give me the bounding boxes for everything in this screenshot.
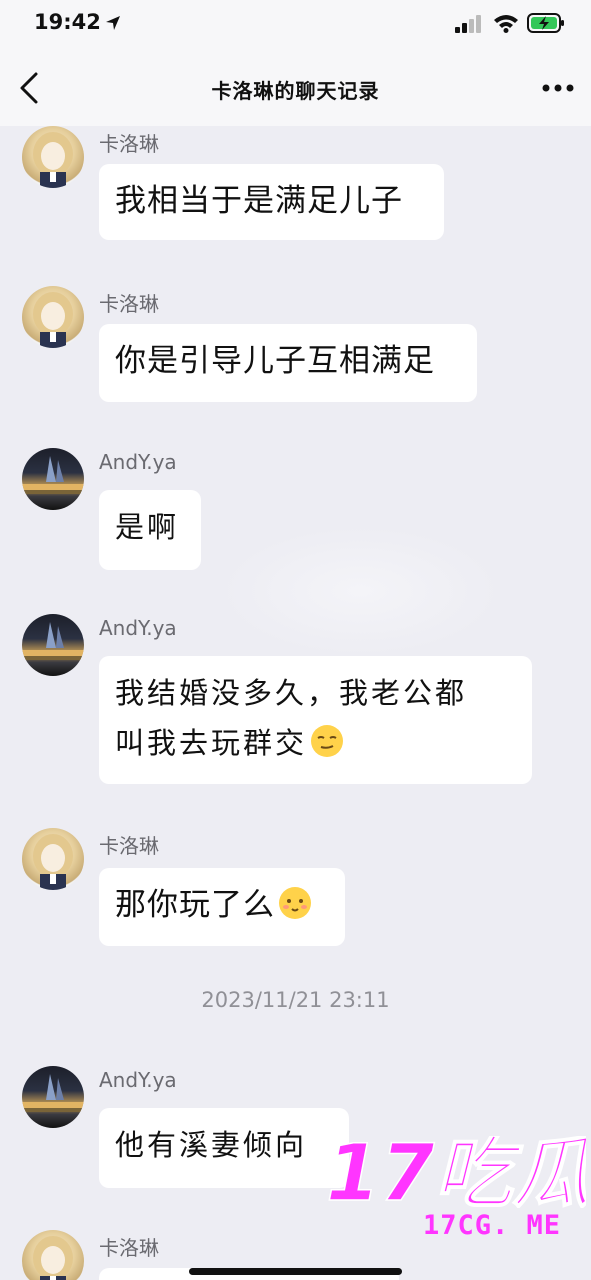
- avatar[interactable]: [22, 126, 84, 188]
- blurred-region: [220, 526, 500, 656]
- message-text: 我相当于是满足儿子: [115, 183, 403, 219]
- chat-message-list[interactable]: 卡洛琳 我相当于是满足儿子 卡洛琳 你是引导儿子互相满足 AndY.ya 是啊: [0, 126, 591, 1280]
- message-timestamp: 2023/11/21 23:11: [201, 988, 390, 1012]
- message-bubble[interactable]: 我结婚没多久，我老公都 叫我去玩群交: [99, 656, 532, 784]
- sender-name: AndY.ya: [99, 1068, 177, 1092]
- page-title: 卡洛琳的聊天记录: [211, 79, 380, 103]
- sender-name: 卡洛琳: [99, 834, 159, 858]
- avatar[interactable]: [22, 614, 84, 676]
- sender-name: 卡洛琳: [99, 292, 159, 316]
- girl-avatar-icon: [33, 834, 73, 890]
- avatar[interactable]: [22, 1066, 84, 1128]
- wifi-icon: [494, 15, 518, 33]
- girl-avatar-icon: [33, 1236, 73, 1280]
- message-bubble[interactable]: 是啊: [99, 490, 201, 570]
- message-bubble[interactable]: 你是引导儿子互相满足: [99, 324, 477, 402]
- cellular-signal-icon: [455, 15, 481, 33]
- message-text-line: 我结婚没多久，我老公都: [115, 676, 468, 710]
- avatar[interactable]: [22, 448, 84, 510]
- city-avatar-icon: [22, 1074, 84, 1112]
- sender-name: AndY.ya: [99, 616, 177, 640]
- watermark-logo: 17吃瓜: [326, 1136, 586, 1208]
- blush-emoji-icon: [279, 887, 311, 919]
- status-time: 19:42: [34, 10, 101, 34]
- sender-name: AndY.ya: [99, 450, 177, 474]
- battery-charging-icon: [527, 13, 564, 33]
- avatar[interactable]: [22, 286, 84, 348]
- city-avatar-icon: [22, 622, 84, 660]
- avatar[interactable]: [22, 1230, 84, 1280]
- message-text: 你是引导儿子互相满足: [115, 343, 435, 379]
- message-text: 是啊: [115, 510, 180, 544]
- sender-name: 卡洛琳: [99, 132, 159, 156]
- more-dots-icon[interactable]: [538, 74, 578, 102]
- location-arrow-icon: [106, 16, 120, 30]
- home-indicator[interactable]: [189, 1268, 402, 1275]
- girl-avatar-icon: [33, 132, 73, 188]
- message-bubble[interactable]: 那你玩了么: [99, 868, 345, 946]
- avatar[interactable]: [22, 828, 84, 890]
- message-text: 他有溪妻倾向: [115, 1128, 308, 1162]
- status-bar: 19:42: [0, 0, 591, 48]
- message-bubble[interactable]: 我相当于是满足儿子: [99, 164, 444, 240]
- message-text-line: 叫我去玩群交: [115, 726, 308, 760]
- nav-bar: 卡洛琳的聊天记录: [0, 48, 591, 126]
- watermark-site: 17CG. ME: [423, 1210, 562, 1241]
- girl-avatar-icon: [33, 292, 73, 348]
- city-avatar-icon: [22, 456, 84, 494]
- message-bubble[interactable]: 他有溪妻倾向: [99, 1108, 349, 1188]
- smirk-emoji-icon: [311, 725, 344, 757]
- message-text: 那你玩了么: [115, 887, 275, 923]
- watermark-logo-text: 17吃瓜: [326, 1136, 586, 1208]
- sender-name: 卡洛琳: [99, 1236, 159, 1260]
